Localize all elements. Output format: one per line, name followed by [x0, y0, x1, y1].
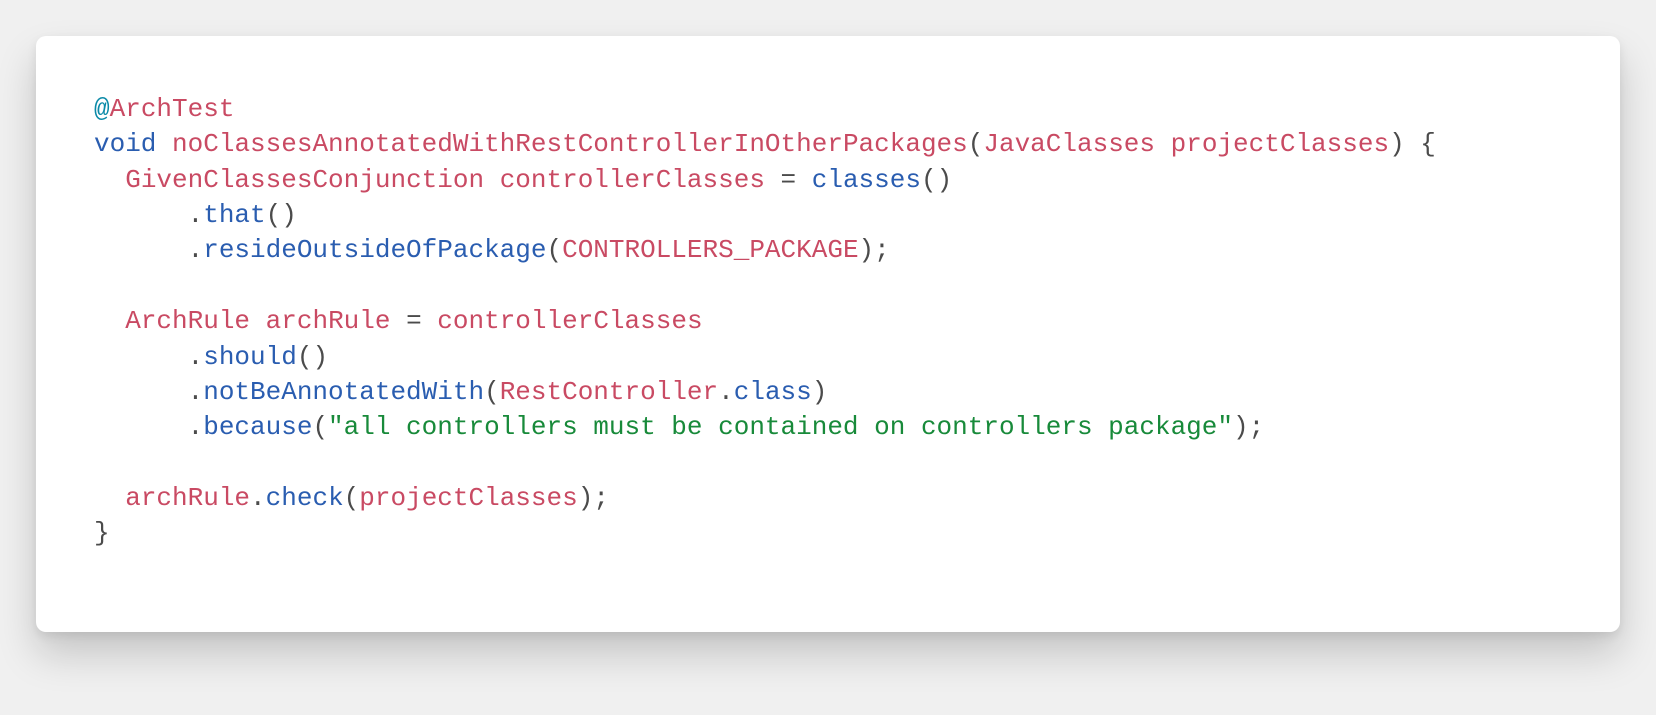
indent-dot: . — [94, 235, 203, 265]
indent — [94, 483, 125, 513]
l-paren: ( — [344, 483, 360, 513]
code-block: @ArchTest void noClassesAnnotatedWithRes… — [94, 92, 1562, 552]
r-paren-semi: ); — [1233, 412, 1264, 442]
call-should: should — [203, 342, 297, 372]
r-paren-brace: ) { — [1389, 129, 1436, 159]
eq: = — [390, 306, 437, 336]
indent — [94, 165, 125, 195]
l-paren: ( — [484, 377, 500, 407]
paren: () — [297, 342, 328, 372]
dot: . — [718, 377, 734, 407]
close-brace: } — [94, 518, 110, 548]
call-not-be-annotated: notBeAnnotatedWith — [203, 377, 484, 407]
r-paren-semi: ); — [859, 235, 890, 265]
paren: () — [266, 200, 297, 230]
type-restcontroller: RestController — [500, 377, 718, 407]
r-paren-semi: ); — [578, 483, 609, 513]
param-type: JavaClasses — [983, 129, 1155, 159]
eq: = — [765, 165, 812, 195]
var-controller-classes: controllerClasses — [437, 306, 702, 336]
var-controller-classes: controllerClasses — [500, 165, 765, 195]
indent-dot: . — [94, 412, 203, 442]
l-paren: ( — [968, 129, 984, 159]
indent-dot: . — [94, 377, 203, 407]
dot: . — [250, 483, 266, 513]
type-archrule: ArchRule — [125, 306, 250, 336]
indent-dot: . — [94, 200, 203, 230]
const-controllers-package: CONTROLLERS_PACKAGE — [562, 235, 858, 265]
r-paren: ) — [812, 377, 828, 407]
l-paren: ( — [546, 235, 562, 265]
paren: () — [921, 165, 952, 195]
var-project-classes: projectClasses — [359, 483, 577, 513]
type-gcc: GivenClassesConjunction — [125, 165, 484, 195]
call-classes: classes — [812, 165, 921, 195]
keyword-void: void — [94, 129, 156, 159]
call-check: check — [266, 483, 344, 513]
indent — [94, 306, 125, 336]
code-card: @ArchTest void noClassesAnnotatedWithRes… — [36, 36, 1620, 632]
var-archrule: archRule — [266, 306, 391, 336]
call-reside-outside: resideOutsideOfPackage — [203, 235, 546, 265]
annotation-at: @ — [94, 94, 110, 124]
call-that: that — [203, 200, 265, 230]
l-paren: ( — [312, 412, 328, 442]
func-name: noClassesAnnotatedWithRestControllerInOt… — [172, 129, 968, 159]
keyword-class: class — [734, 377, 812, 407]
call-because: because — [203, 412, 312, 442]
page-root: @ArchTest void noClassesAnnotatedWithRes… — [0, 0, 1656, 715]
var-archrule: archRule — [125, 483, 250, 513]
annotation-name: ArchTest — [110, 94, 235, 124]
param-name: projectClasses — [1171, 129, 1389, 159]
indent-dot: . — [94, 342, 203, 372]
string-reason: "all controllers must be contained on co… — [328, 412, 1233, 442]
